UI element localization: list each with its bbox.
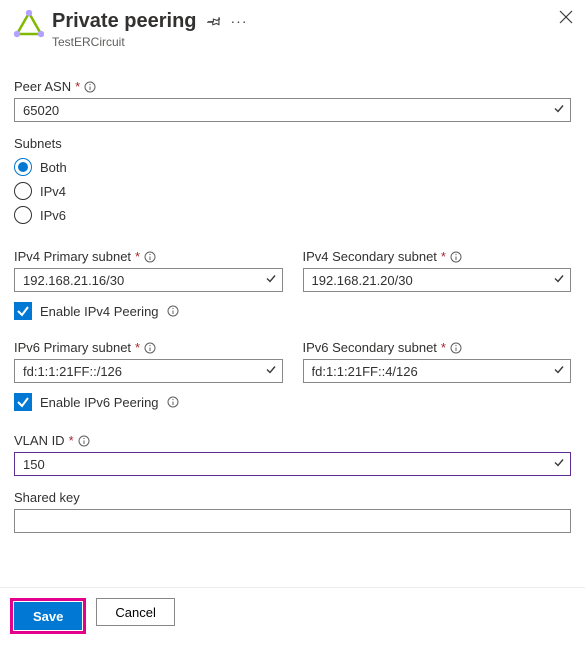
blade-title: Private peering (52, 8, 197, 34)
pin-icon[interactable] (207, 14, 221, 28)
highlight-save: Save (10, 598, 86, 634)
ipv4-secondary-field[interactable] (303, 268, 572, 292)
ipv4-secondary-input[interactable] (303, 268, 572, 292)
ipv4-primary-label: IPv4 Primary subnet * (14, 249, 283, 264)
radio-label: Both (40, 160, 67, 175)
ipv6-primary-field[interactable] (14, 359, 283, 383)
info-icon[interactable] (144, 342, 156, 354)
ipv6-secondary-label: IPv6 Secondary subnet * (303, 340, 572, 355)
checkbox-icon (14, 393, 32, 411)
subnets-option-ipv6[interactable]: IPv6 (14, 203, 571, 227)
peer-asn-label: Peer ASN * (14, 79, 571, 94)
radio-icon (14, 158, 32, 176)
peer-asn-input[interactable] (14, 98, 571, 122)
label-text: VLAN ID (14, 433, 65, 448)
ipv6-secondary-field[interactable] (303, 359, 572, 383)
subnets-label: Subnets (14, 136, 571, 151)
ipv4-primary-field[interactable] (14, 268, 283, 292)
info-icon[interactable] (84, 81, 96, 93)
label-text: IPv6 Secondary subnet (303, 340, 437, 355)
info-icon[interactable] (450, 342, 462, 354)
required-mark: * (135, 249, 140, 264)
radio-label: IPv6 (40, 208, 66, 223)
shared-key-input[interactable] (14, 509, 571, 533)
blade-footer: Save Cancel (0, 587, 585, 648)
info-icon[interactable] (450, 251, 462, 263)
checkbox-icon (14, 302, 32, 320)
info-icon[interactable] (167, 396, 179, 408)
peer-asn-field[interactable] (14, 98, 571, 122)
info-icon[interactable] (78, 435, 90, 447)
required-mark: * (135, 340, 140, 355)
enable-ipv6-checkbox[interactable]: Enable IPv6 Peering (14, 393, 571, 411)
label-text: Subnets (14, 136, 62, 151)
radio-icon (14, 182, 32, 200)
ipv4-primary-input[interactable] (14, 268, 283, 292)
ipv4-secondary-label: IPv4 Secondary subnet * (303, 249, 572, 264)
cancel-button[interactable]: Cancel (96, 598, 174, 626)
label-text: IPv4 Secondary subnet (303, 249, 437, 264)
shared-key-field[interactable] (14, 509, 571, 533)
info-icon[interactable] (167, 305, 179, 317)
ipv6-secondary-input[interactable] (303, 359, 572, 383)
checkbox-label: Enable IPv6 Peering (40, 395, 159, 410)
vlan-input[interactable] (14, 452, 571, 476)
subnets-option-ipv4[interactable]: IPv4 (14, 179, 571, 203)
required-mark: * (441, 249, 446, 264)
required-mark: * (69, 433, 74, 448)
radio-icon (14, 206, 32, 224)
shared-key-label: Shared key (14, 490, 571, 505)
ipv6-primary-input[interactable] (14, 359, 283, 383)
label-text: Peer ASN (14, 79, 71, 94)
required-mark: * (75, 79, 80, 94)
checkbox-label: Enable IPv4 Peering (40, 304, 159, 319)
ext-circuit-icon (14, 10, 44, 40)
required-mark: * (441, 340, 446, 355)
vlan-label: VLAN ID * (14, 433, 571, 448)
radio-label: IPv4 (40, 184, 66, 199)
blade-header: Private peering ··· TestERCircuit (14, 8, 571, 49)
info-icon[interactable] (144, 251, 156, 263)
save-button[interactable]: Save (14, 602, 82, 630)
subnets-option-both[interactable]: Both (14, 155, 571, 179)
label-text: IPv6 Primary subnet (14, 340, 131, 355)
subnets-radiogroup: Both IPv4 IPv6 (14, 155, 571, 227)
more-icon[interactable]: ··· (231, 14, 248, 28)
label-text: IPv4 Primary subnet (14, 249, 131, 264)
vlan-field[interactable] (14, 452, 571, 476)
close-icon[interactable] (559, 10, 573, 24)
label-text: Shared key (14, 490, 80, 505)
blade-subtitle: TestERCircuit (52, 35, 248, 49)
enable-ipv4-checkbox[interactable]: Enable IPv4 Peering (14, 302, 571, 320)
ipv6-primary-label: IPv6 Primary subnet * (14, 340, 283, 355)
